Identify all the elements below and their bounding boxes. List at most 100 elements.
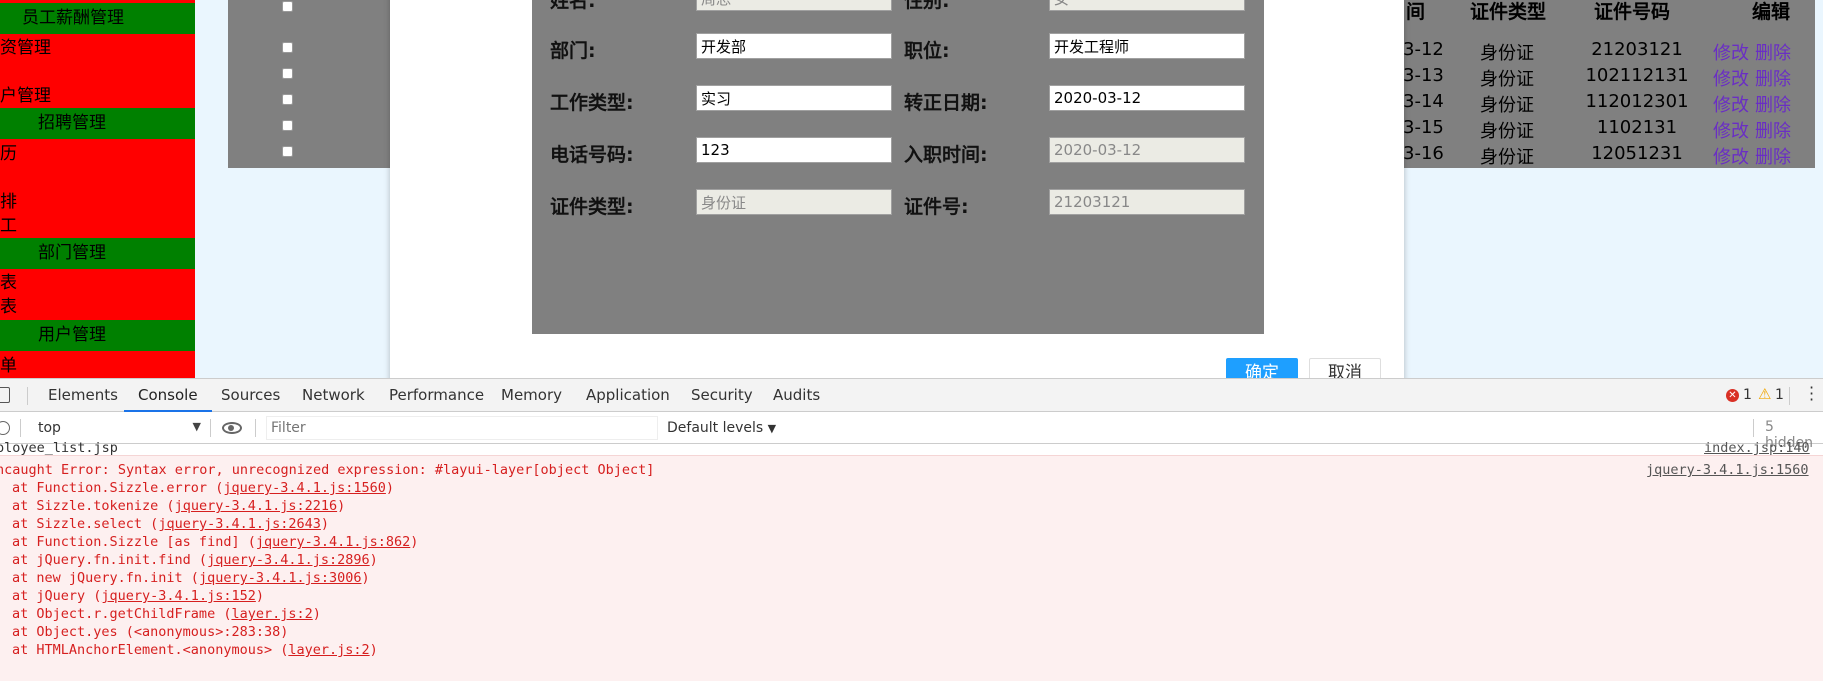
cell-date: 3-12 bbox=[1403, 39, 1444, 60]
row-checkbox[interactable] bbox=[282, 42, 293, 53]
frame-end: ) bbox=[255, 588, 264, 604]
frame-link[interactable]: jquery-3.4.1.js:1560 bbox=[223, 480, 386, 496]
tab-elements[interactable]: Elements bbox=[48, 379, 118, 412]
gender-field[interactable] bbox=[1049, 0, 1245, 11]
worktype-field[interactable] bbox=[696, 85, 892, 111]
delete-link[interactable]: 删除 bbox=[1755, 117, 1791, 143]
cell-id-no: 21203121 bbox=[1591, 39, 1683, 60]
sidebar-group-label: 招聘管理 bbox=[38, 113, 106, 133]
row-checkbox[interactable] bbox=[282, 120, 293, 131]
sidebar-item[interactable]: 历 bbox=[0, 144, 195, 164]
console-filter-input[interactable] bbox=[266, 416, 658, 440]
tab-memory[interactable]: Memory bbox=[501, 379, 562, 412]
sidebar-item[interactable]: 户管理 bbox=[0, 86, 195, 106]
id-no-label: 证件号: bbox=[904, 196, 969, 218]
edit-link[interactable]: 修改 bbox=[1713, 143, 1749, 169]
sidebar-item-label: 历 bbox=[0, 144, 17, 164]
regular-date-field[interactable] bbox=[1049, 85, 1245, 111]
edit-link[interactable]: 修改 bbox=[1713, 65, 1749, 91]
name-field[interactable] bbox=[696, 0, 892, 11]
sidebar-item[interactable]: 工 bbox=[0, 216, 195, 236]
frame-link[interactable]: jquery-3.4.1.js:2896 bbox=[207, 552, 370, 568]
sidebar-item-label: 表 bbox=[0, 273, 17, 293]
cell-date: 3-14 bbox=[1403, 91, 1444, 112]
frame-link[interactable]: layer.js:2 bbox=[231, 606, 312, 622]
phone-field[interactable] bbox=[696, 137, 892, 163]
tab-audits[interactable]: Audits bbox=[773, 379, 820, 412]
sidebar-item[interactable]: 资管理 bbox=[0, 38, 195, 58]
tab-performance[interactable]: Performance bbox=[389, 379, 484, 412]
frame-link[interactable]: jquery-3.4.1.js:2216 bbox=[175, 498, 338, 514]
divider bbox=[255, 419, 256, 437]
hire-date-field[interactable] bbox=[1049, 137, 1245, 163]
frame-end: ) bbox=[337, 498, 346, 514]
log-levels-label: Default levels bbox=[667, 420, 764, 436]
more-options-icon[interactable]: · · · bbox=[1809, 380, 1814, 408]
source-link[interactable]: jquery-3.4.1.js:1560 bbox=[1646, 462, 1809, 478]
edit-link[interactable]: 修改 bbox=[1713, 39, 1749, 65]
cell-date: 3-13 bbox=[1403, 65, 1444, 86]
frame-link[interactable]: jquery-3.4.1.js:3006 bbox=[199, 570, 362, 586]
delete-link[interactable]: 删除 bbox=[1755, 143, 1791, 169]
row-checkbox[interactable] bbox=[282, 94, 293, 105]
log-levels-select[interactable]: Default levels ▼ bbox=[667, 416, 776, 440]
devtools-tabbar: Elements Console Sources Network Perform… bbox=[0, 379, 1823, 412]
frame-link[interactable]: jquery-3.4.1.js:2643 bbox=[158, 516, 321, 532]
eye-icon[interactable] bbox=[222, 422, 242, 434]
cell-id-no: 102112131 bbox=[1585, 65, 1689, 86]
frame-link[interactable]: jquery-3.4.1.js:152 bbox=[101, 588, 255, 604]
sidebar-group-recruit[interactable]: 招聘管理 bbox=[0, 108, 195, 139]
frame-link[interactable]: layer.js:2 bbox=[288, 642, 369, 658]
row-checkbox[interactable] bbox=[282, 146, 293, 157]
context-select[interactable]: top ▼ bbox=[27, 416, 205, 440]
id-type-field[interactable] bbox=[696, 189, 892, 215]
frame-link[interactable]: jquery-3.4.1.js:862 bbox=[256, 534, 410, 550]
error-count[interactable]: 1 bbox=[1743, 379, 1752, 412]
row-checkbox[interactable] bbox=[282, 1, 293, 12]
cell-id-type: 身份证 bbox=[1480, 121, 1534, 142]
edit-link[interactable]: 修改 bbox=[1713, 117, 1749, 143]
cell-date: 3-15 bbox=[1403, 117, 1444, 138]
sidebar-group-salary[interactable]: 员工薪酬管理 bbox=[0, 3, 195, 34]
cancel-button[interactable]: 取消 bbox=[1309, 358, 1381, 378]
frame-text: at HTMLAnchorElement.<anonymous> ( bbox=[12, 642, 289, 658]
dept-field[interactable] bbox=[696, 33, 892, 59]
frame-text: at Sizzle.tokenize ( bbox=[12, 498, 175, 514]
sidebar-item[interactable]: 单 bbox=[0, 356, 195, 376]
stack-frame: at Function.Sizzle [as find] (jquery-3.4… bbox=[12, 534, 418, 550]
frame-end: ) bbox=[369, 642, 378, 658]
console-message: ployee_list.jsp bbox=[0, 440, 118, 456]
error-message: ncaught Error: Syntax error, unrecognize… bbox=[0, 462, 655, 478]
tab-network[interactable]: Network bbox=[302, 379, 365, 412]
delete-link[interactable]: 删除 bbox=[1755, 65, 1791, 91]
delete-link[interactable]: 删除 bbox=[1755, 39, 1791, 65]
source-link[interactable]: index.jsp:140 bbox=[1704, 440, 1810, 456]
id-no-field[interactable] bbox=[1049, 189, 1245, 215]
row-checkbox[interactable] bbox=[282, 68, 293, 79]
sidebar-item[interactable]: 排 bbox=[0, 192, 195, 212]
sidebar-group-department[interactable]: 部门管理 bbox=[0, 238, 195, 269]
tab-application[interactable]: Application bbox=[586, 379, 670, 412]
edit-link[interactable]: 修改 bbox=[1713, 91, 1749, 117]
frame-end: ) bbox=[320, 516, 330, 532]
phone-label: 电话号码: bbox=[550, 144, 634, 166]
position-field[interactable] bbox=[1049, 33, 1245, 59]
frame-text: at jQuery ( bbox=[12, 588, 102, 604]
confirm-button[interactable]: 确定 bbox=[1226, 358, 1298, 378]
tab-sources[interactable]: Sources bbox=[221, 379, 280, 412]
frame-end: ) bbox=[369, 552, 378, 568]
tab-console[interactable]: Console bbox=[124, 379, 212, 412]
warning-icon: ⚠ bbox=[1758, 385, 1772, 403]
sidebar-item[interactable]: 表 bbox=[0, 273, 195, 293]
sidebar-item-label: 户管理 bbox=[0, 86, 51, 106]
devtools-panel: Elements Console Sources Network Perform… bbox=[0, 378, 1823, 681]
sidebar-item[interactable]: 表 bbox=[0, 297, 195, 317]
clear-console-icon[interactable] bbox=[0, 421, 10, 435]
stack-frame: at Object.yes (<anonymous>:283:38) bbox=[12, 624, 288, 640]
regular-date-label: 转正日期: bbox=[904, 92, 988, 114]
device-toolbar-icon[interactable] bbox=[0, 387, 10, 403]
warning-count[interactable]: 1 bbox=[1775, 379, 1784, 412]
delete-link[interactable]: 删除 bbox=[1755, 91, 1791, 117]
sidebar-group-users[interactable]: 用户管理 bbox=[0, 320, 195, 351]
tab-security[interactable]: Security bbox=[691, 379, 753, 412]
